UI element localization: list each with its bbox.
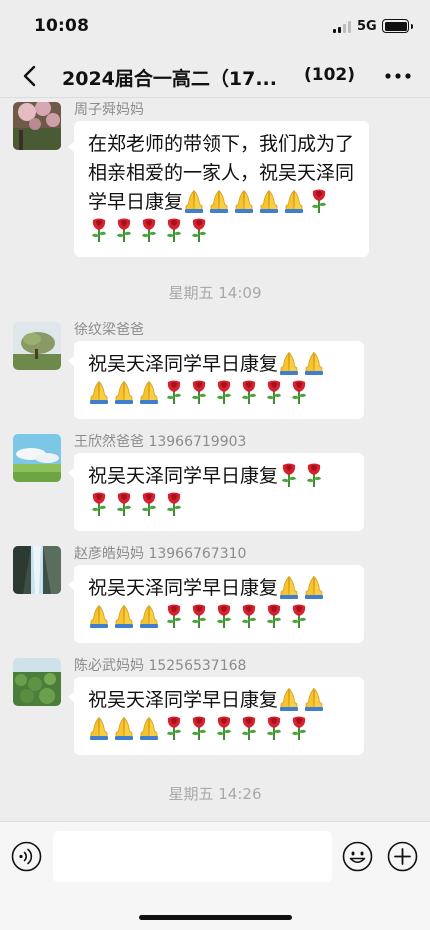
chat-title[interactable]: 2024届合一高二（17... xyxy=(62,64,294,91)
pray-emoji-icon xyxy=(88,379,110,404)
message-text: 祝吴天泽同学早日康复 xyxy=(88,577,279,599)
status-bar: 10:08 5G xyxy=(0,0,430,54)
rose-emoji-icon xyxy=(188,715,210,740)
message-bubble[interactable]: 祝吴天泽同学早日康复 xyxy=(68,341,364,419)
avatar[interactable] xyxy=(13,658,61,706)
message-bubble[interactable]: 在郑老师的带领下，我们成为了相亲相爱的一家人，祝吴天泽同学早日康复 xyxy=(68,121,369,257)
rose-emoji-icon xyxy=(308,188,330,213)
plus-button[interactable] xyxy=(387,841,418,872)
rose-emoji-icon xyxy=(163,217,185,242)
rose-emoji-icon xyxy=(238,715,260,740)
signal-icon xyxy=(333,21,351,33)
pray-emoji-icon xyxy=(88,715,110,740)
rose-emoji-icon xyxy=(188,603,210,628)
message-text: 祝吴天泽同学早日康复 xyxy=(88,689,279,711)
rose-emoji-icon xyxy=(238,379,260,404)
sender-name: 陈必武妈妈 15256537168 xyxy=(74,658,247,674)
avatar[interactable] xyxy=(13,102,61,150)
voice-button[interactable] xyxy=(11,841,42,872)
rose-emoji-icon xyxy=(213,715,235,740)
rose-emoji-icon xyxy=(163,715,185,740)
pray-emoji-icon xyxy=(138,715,160,740)
rose-emoji-icon xyxy=(213,603,235,628)
rose-emoji-icon xyxy=(88,217,110,242)
pray-emoji-icon xyxy=(303,574,325,599)
avatar[interactable] xyxy=(13,322,61,370)
voice-icon xyxy=(11,841,42,872)
rose-emoji-icon xyxy=(278,462,300,487)
smiley-icon xyxy=(342,841,373,872)
message-list[interactable]: 周子舜妈妈 在郑老师的带领下，我们成为了相亲相爱的一家人，祝吴天泽同学早日康复 … xyxy=(0,99,430,821)
plus-icon xyxy=(387,841,418,872)
pray-emoji-icon xyxy=(258,188,280,213)
rose-emoji-icon xyxy=(238,603,260,628)
rose-emoji-icon xyxy=(113,491,135,516)
message-text: 祝吴天泽同学早日康复 xyxy=(88,353,279,375)
rose-emoji-icon xyxy=(263,715,285,740)
rose-emoji-icon xyxy=(113,217,135,242)
emoji-button[interactable] xyxy=(342,841,373,872)
pray-emoji-icon xyxy=(278,574,300,599)
rose-emoji-icon xyxy=(288,379,310,404)
pray-emoji-icon xyxy=(278,686,300,711)
chat-header: 2024届合一高二（17... (102) xyxy=(0,54,430,98)
pray-emoji-icon xyxy=(88,603,110,628)
rose-emoji-icon xyxy=(288,603,310,628)
pray-emoji-icon xyxy=(278,350,300,375)
pray-emoji-icon xyxy=(138,603,160,628)
timestamp: 星期五 14:09 xyxy=(168,284,262,302)
rose-emoji-icon xyxy=(138,491,160,516)
rose-emoji-icon xyxy=(288,715,310,740)
rose-emoji-icon xyxy=(188,217,210,242)
more-dots-icon xyxy=(385,73,411,79)
avatar[interactable] xyxy=(13,434,61,482)
message-bubble[interactable]: 祝吴天泽同学早日康复 xyxy=(68,565,364,643)
timestamp: 星期五 14:26 xyxy=(168,785,262,803)
message-text: 祝吴天泽同学早日康复 xyxy=(88,465,279,487)
pray-emoji-icon xyxy=(113,379,135,404)
chevron-left-icon xyxy=(23,65,36,87)
rose-emoji-icon xyxy=(88,491,110,516)
network-type: 5G xyxy=(357,19,377,34)
pray-emoji-icon xyxy=(283,188,305,213)
rose-emoji-icon xyxy=(163,491,185,516)
sender-name: 周子舜妈妈 xyxy=(74,102,144,118)
member-count: (102) xyxy=(304,65,356,85)
pray-emoji-icon xyxy=(208,188,230,213)
more-button[interactable] xyxy=(382,66,414,86)
pray-emoji-icon xyxy=(303,350,325,375)
home-indicator xyxy=(139,915,292,920)
sender-name: 赵彦皓妈妈 13966767310 xyxy=(74,546,247,562)
rose-emoji-icon xyxy=(138,217,160,242)
pray-emoji-icon xyxy=(138,379,160,404)
pray-emoji-icon xyxy=(303,686,325,711)
pray-emoji-icon xyxy=(113,715,135,740)
rose-emoji-icon xyxy=(303,462,325,487)
status-time: 10:08 xyxy=(34,16,90,36)
message-bubble[interactable]: 祝吴天泽同学早日康复 xyxy=(68,677,364,755)
input-bar xyxy=(0,821,430,930)
sender-name: 徐纹梁爸爸 xyxy=(74,322,144,338)
message-input[interactable] xyxy=(53,831,332,882)
rose-emoji-icon xyxy=(163,379,185,404)
rose-emoji-icon xyxy=(163,603,185,628)
back-button[interactable] xyxy=(14,60,46,92)
rose-emoji-icon xyxy=(213,379,235,404)
rose-emoji-icon xyxy=(188,379,210,404)
rose-emoji-icon xyxy=(263,379,285,404)
sender-name: 王欣然爸爸 13966719903 xyxy=(74,434,247,450)
pray-emoji-icon xyxy=(113,603,135,628)
message-bubble[interactable]: 祝吴天泽同学早日康复 xyxy=(68,453,364,531)
rose-emoji-icon xyxy=(263,603,285,628)
pray-emoji-icon xyxy=(233,188,255,213)
battery-icon xyxy=(382,19,413,33)
pray-emoji-icon xyxy=(183,188,205,213)
avatar[interactable] xyxy=(13,546,61,594)
